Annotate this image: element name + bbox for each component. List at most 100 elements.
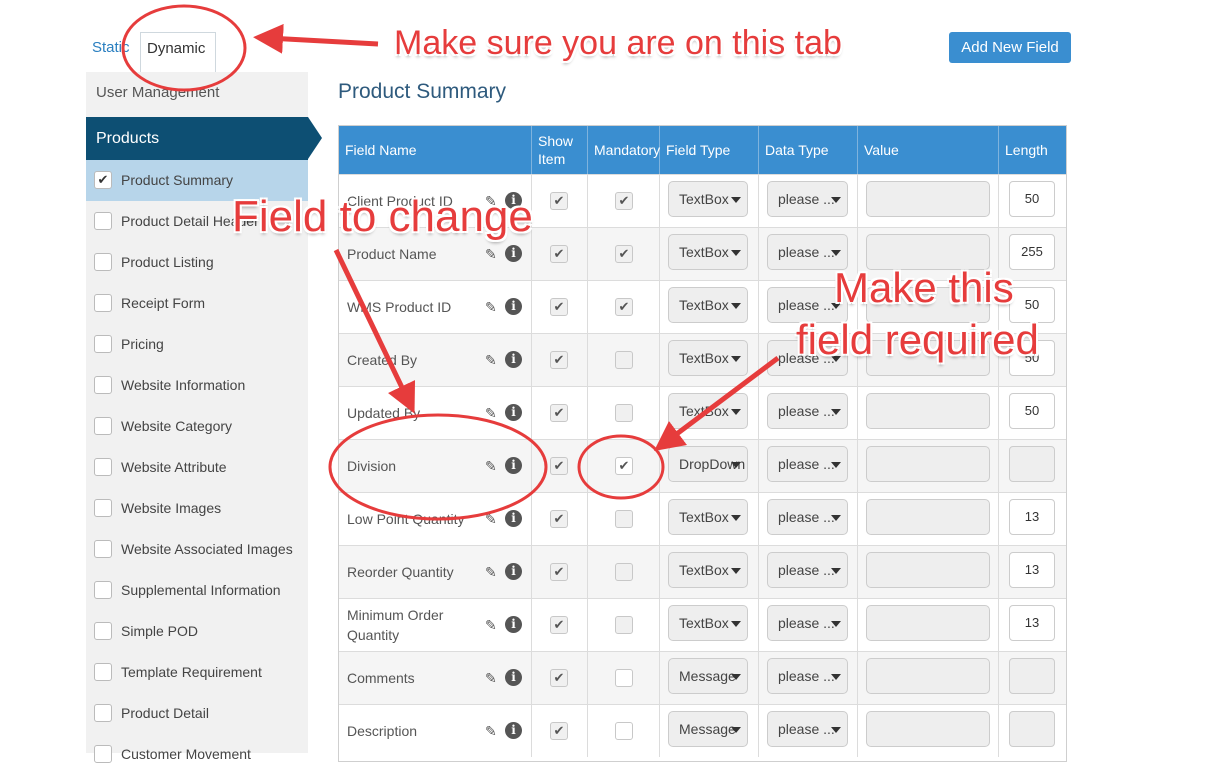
field-type-select[interactable]: TextBox xyxy=(668,552,748,588)
sidebar-item-checkbox[interactable] xyxy=(94,458,112,476)
value-input[interactable] xyxy=(866,181,990,217)
info-icon[interactable]: i xyxy=(505,404,522,421)
sidebar-section-products[interactable]: Products xyxy=(86,117,308,160)
sidebar-item-website-category[interactable]: Website Category xyxy=(86,406,308,447)
sidebar-item-website-attribute[interactable]: Website Attribute xyxy=(86,447,308,488)
length-input[interactable]: 13 xyxy=(1009,552,1055,588)
mandatory-checkbox[interactable] xyxy=(615,351,633,369)
sidebar-item-checkbox[interactable] xyxy=(94,704,112,722)
show-item-checkbox[interactable]: ✔ xyxy=(550,616,568,634)
length-input[interactable] xyxy=(1009,446,1055,482)
sidebar-item-checkbox[interactable] xyxy=(94,294,112,312)
show-item-checkbox[interactable]: ✔ xyxy=(550,722,568,740)
info-icon[interactable]: i xyxy=(505,457,522,474)
sidebar-item-checkbox[interactable] xyxy=(94,417,112,435)
mandatory-checkbox[interactable] xyxy=(615,404,633,422)
sidebar-item-checkbox[interactable] xyxy=(94,376,112,394)
show-item-checkbox[interactable]: ✔ xyxy=(550,457,568,475)
mandatory-checkbox[interactable]: ✔ xyxy=(615,192,633,210)
edit-pencil-icon[interactable]: ✎ xyxy=(485,511,501,527)
value-input[interactable] xyxy=(866,446,990,482)
field-type-select[interactable]: TextBox xyxy=(668,340,748,376)
tab-dynamic[interactable]: Dynamic xyxy=(140,32,216,72)
length-input[interactable]: 13 xyxy=(1009,499,1055,535)
edit-pencil-icon[interactable]: ✎ xyxy=(485,564,501,580)
value-input[interactable] xyxy=(866,658,990,694)
sidebar-item-checkbox[interactable] xyxy=(94,335,112,353)
sidebar-item-checkbox[interactable] xyxy=(94,540,112,558)
field-type-select[interactable]: TextBox xyxy=(668,287,748,323)
value-input[interactable] xyxy=(866,552,990,588)
sidebar-item-receipt-form[interactable]: Receipt Form xyxy=(86,283,308,324)
sidebar-item-product-detail[interactable]: Product Detail xyxy=(86,693,308,734)
column-header-field-type[interactable]: Field Type xyxy=(660,126,759,174)
column-header-show-item[interactable]: Show Item xyxy=(532,126,588,174)
sidebar-item-template-requirement[interactable]: Template Requirement xyxy=(86,652,308,693)
field-type-select[interactable]: TextBox xyxy=(668,605,748,641)
data-type-select[interactable]: please ... xyxy=(767,181,848,217)
sidebar-item-website-information[interactable]: Website Information xyxy=(86,365,308,406)
sidebar-item-checkbox[interactable] xyxy=(94,212,112,230)
length-input[interactable] xyxy=(1009,658,1055,694)
length-input[interactable]: 50 xyxy=(1009,393,1055,429)
field-type-select[interactable]: TextBox xyxy=(668,393,748,429)
sidebar-item-website-associated-images[interactable]: Website Associated Images xyxy=(86,529,308,570)
info-icon[interactable]: i xyxy=(505,351,522,368)
length-input[interactable]: 50 xyxy=(1009,181,1055,217)
value-input[interactable] xyxy=(866,605,990,641)
mandatory-checkbox[interactable] xyxy=(615,669,633,687)
length-input[interactable] xyxy=(1009,711,1055,747)
column-header-field-name[interactable]: Field Name xyxy=(339,126,532,174)
sidebar-item-checkbox[interactable] xyxy=(94,499,112,517)
edit-pencil-icon[interactable]: ✎ xyxy=(485,617,501,633)
show-item-checkbox[interactable]: ✔ xyxy=(550,404,568,422)
show-item-checkbox[interactable]: ✔ xyxy=(550,192,568,210)
info-icon[interactable]: i xyxy=(505,245,522,262)
info-icon[interactable]: i xyxy=(505,563,522,580)
mandatory-checkbox[interactable] xyxy=(615,563,633,581)
sidebar-item-checkbox[interactable]: ✔ xyxy=(94,171,112,189)
mandatory-checkbox[interactable] xyxy=(615,510,633,528)
data-type-select[interactable]: please ... xyxy=(767,605,848,641)
length-input[interactable]: 13 xyxy=(1009,605,1055,641)
sidebar-item-checkbox[interactable] xyxy=(94,745,112,763)
sidebar-item-checkbox[interactable] xyxy=(94,253,112,271)
edit-pencil-icon[interactable]: ✎ xyxy=(485,670,501,686)
info-icon[interactable]: i xyxy=(505,298,522,315)
value-input[interactable] xyxy=(866,499,990,535)
data-type-select[interactable]: please ... xyxy=(767,552,848,588)
mandatory-checkbox[interactable]: ✔ xyxy=(615,245,633,263)
show-item-checkbox[interactable]: ✔ xyxy=(550,669,568,687)
value-input[interactable] xyxy=(866,711,990,747)
edit-pencil-icon[interactable]: ✎ xyxy=(485,352,501,368)
data-type-select[interactable]: please ... xyxy=(767,499,848,535)
show-item-checkbox[interactable]: ✔ xyxy=(550,351,568,369)
data-type-select[interactable]: please ... xyxy=(767,711,848,747)
field-type-select[interactable]: Message xyxy=(668,711,748,747)
info-icon[interactable]: i xyxy=(505,510,522,527)
sidebar-item-product-listing[interactable]: Product Listing xyxy=(86,242,308,283)
sidebar-item-user-management[interactable]: User Management xyxy=(96,84,219,101)
sidebar-item-pricing[interactable]: Pricing xyxy=(86,324,308,365)
sidebar-item-customer-movement[interactable]: Customer Movement xyxy=(86,734,308,775)
edit-pencil-icon[interactable]: ✎ xyxy=(485,405,501,421)
add-new-field-button[interactable]: Add New Field xyxy=(949,32,1071,63)
field-type-select[interactable]: TextBox xyxy=(668,499,748,535)
mandatory-checkbox[interactable]: ✔ xyxy=(615,298,633,316)
mandatory-checkbox[interactable] xyxy=(615,722,633,740)
field-type-select[interactable]: Message xyxy=(668,658,748,694)
show-item-checkbox[interactable]: ✔ xyxy=(550,510,568,528)
sidebar-item-checkbox[interactable] xyxy=(94,663,112,681)
sidebar-item-checkbox[interactable] xyxy=(94,581,112,599)
data-type-select[interactable]: please ... xyxy=(767,658,848,694)
field-type-select[interactable]: TextBox xyxy=(668,234,748,270)
column-header-mandatory[interactable]: Mandatory xyxy=(588,126,660,174)
column-header-value[interactable]: Value xyxy=(858,126,999,174)
edit-pencil-icon[interactable]: ✎ xyxy=(485,723,501,739)
mandatory-checkbox[interactable] xyxy=(615,616,633,634)
sidebar-item-website-images[interactable]: Website Images xyxy=(86,488,308,529)
sidebar-item-simple-pod[interactable]: Simple POD xyxy=(86,611,308,652)
show-item-checkbox[interactable]: ✔ xyxy=(550,563,568,581)
data-type-select[interactable]: please ... xyxy=(767,446,848,482)
sidebar-item-checkbox[interactable] xyxy=(94,622,112,640)
